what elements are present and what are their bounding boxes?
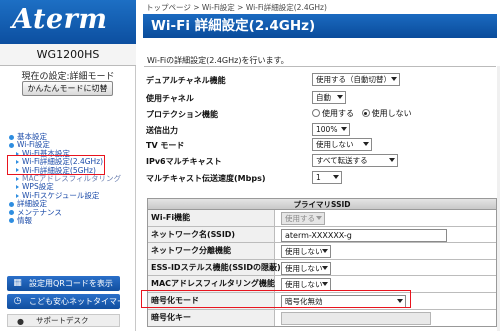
chevron-down-icon <box>363 142 369 146</box>
support-icon: ● <box>17 317 24 326</box>
setting-dual-channel: デュアルチャネル機能 使用する（自動切替） <box>146 73 486 87</box>
setting-ipv6-multicast: IPv6マルチキャスト すべて転送する <box>146 154 486 168</box>
chevron-down-icon <box>337 95 343 99</box>
chevron-down-icon <box>391 77 397 81</box>
setting-tx-power: 送信出力 100% <box>146 123 486 137</box>
multicast-rate-select[interactable]: 1 <box>312 171 342 184</box>
sidebar-nav: 基本設定 Wi-Fi設定 Wi-Fi基本設定 Wi-Fi詳細設定(2.4GHz)… <box>8 132 134 225</box>
bullet-icon <box>9 210 14 216</box>
kids-net-timer-button[interactable]: ◷ こども安心ネットタイマー <box>7 294 125 309</box>
table-row: ESS-IDステルス機能(SSIDの隠蔽) 使用しない <box>148 259 496 277</box>
chevron-down-icon <box>389 158 395 162</box>
arrow-right-icon <box>16 185 19 190</box>
ssid-stealth-select[interactable]: 使用しない <box>281 261 331 275</box>
nav-info[interactable]: 情報 <box>8 216 134 225</box>
protection-nouse-radio[interactable] <box>361 109 370 117</box>
primary-ssid-header: プライマリSSID <box>148 199 496 210</box>
ipv6-multicast-select[interactable]: すべて転送する <box>312 154 398 167</box>
wifi-function-select[interactable]: 使用する <box>281 212 325 225</box>
dual-channel-select[interactable]: 使用する（自動切替） <box>312 73 400 86</box>
divider <box>144 66 496 67</box>
arrow-right-icon <box>16 176 19 181</box>
chevron-down-icon <box>333 175 339 179</box>
setting-tv-mode: TV モード 使用しない <box>146 138 486 152</box>
chevron-down-icon <box>341 127 347 131</box>
network-separation-select[interactable]: 使用しない <box>281 245 331 259</box>
chevron-down-icon <box>322 265 328 270</box>
page-description: Wi-Fiの詳細設定(2.4GHz)を行います。 <box>147 56 289 65</box>
switch-easy-mode-button[interactable]: かんたんモードに切替 <box>22 81 113 96</box>
table-row: 暗号化キー <box>148 309 496 327</box>
table-row: Wi-Fi機能 使用する <box>148 210 496 227</box>
nav-highlight-box <box>7 155 105 175</box>
channel-select[interactable]: 自動 <box>312 91 346 104</box>
bullet-icon <box>9 142 14 148</box>
model-name: WG1200HS <box>0 44 136 66</box>
brand-header: Aterm <box>0 0 136 44</box>
bullet-icon <box>9 134 14 140</box>
bullet-icon <box>9 201 14 207</box>
bullet-icon <box>9 218 14 224</box>
chevron-down-icon <box>322 249 328 254</box>
protection-use-radio[interactable] <box>312 109 320 117</box>
qr-code-icon: ▦ <box>13 278 22 288</box>
main-content: トップページ > Wi-Fi設定 > Wi-Fi詳細設定(2.4GHz) Wi-… <box>140 0 500 331</box>
chevron-down-icon <box>322 282 328 287</box>
tv-mode-select[interactable]: 使用しない <box>312 138 372 151</box>
ssid-input[interactable]: aterm-XXXXXX-g <box>281 228 447 242</box>
support-desk-button[interactable]: ● サポートデスク <box>7 314 120 327</box>
sidebar: Aterm WG1200HS 現在の設定:詳細モード かんたんモードに切替 基本… <box>0 0 136 331</box>
show-qr-code-button[interactable]: ▦ 設定用QRコードを表示 <box>7 276 120 291</box>
protection-radio-group: 使用する 使用しない <box>312 108 412 119</box>
setting-multicast-rate: マルチキャスト伝送速度(Mbps) 1 <box>146 171 486 185</box>
setting-protection: プロテクション機能 使用する 使用しない <box>146 108 412 119</box>
table-row: ネットワーク名(SSID) aterm-XXXXXX-g <box>148 226 496 244</box>
breadcrumb[interactable]: トップページ > Wi-Fi設定 > Wi-Fi詳細設定(2.4GHz) <box>146 2 327 13</box>
chevron-down-icon <box>316 216 322 220</box>
table-row: ネットワーク分離機能 使用しない <box>148 243 496 260</box>
page-title: Wi-Fi 詳細設定(2.4GHz) <box>143 14 497 38</box>
aterm-logo: Aterm <box>12 4 108 35</box>
encryption-key-input[interactable] <box>281 311 431 325</box>
tx-power-select[interactable]: 100% <box>312 123 350 136</box>
clock-icon: ◷ <box>13 296 22 306</box>
arrow-right-icon <box>16 193 19 198</box>
encryption-highlight-box <box>141 290 411 308</box>
setting-channel: 使用チャネル 自動 <box>146 91 486 105</box>
